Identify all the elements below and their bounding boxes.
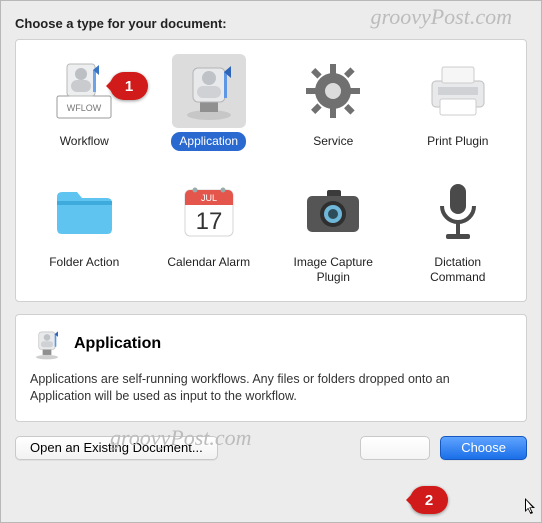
type-folder-action[interactable]: Folder Action xyxy=(22,175,147,287)
gear-icon xyxy=(296,54,370,128)
type-workflow[interactable]: WFLOW Workflow xyxy=(22,54,147,151)
cursor-icon xyxy=(524,497,538,517)
type-grid: WFLOW Workflow xyxy=(15,39,527,302)
type-calendar-alarm[interactable]: JUL 17 Calendar Alarm xyxy=(147,175,272,287)
type-dictation[interactable]: Dictation Command xyxy=(396,175,521,287)
prompt-label: Choose a type for your document: xyxy=(15,16,527,31)
type-label: Image Capture Plugin xyxy=(278,253,388,287)
annotation-marker-2: 2 xyxy=(410,486,448,514)
folder-icon xyxy=(47,175,121,249)
microphone-icon xyxy=(421,175,495,249)
type-label: Dictation Command xyxy=(403,253,513,287)
description-panel: Application Applications are self-runnin… xyxy=(15,314,527,422)
application-icon xyxy=(172,54,246,128)
description-text: Applications are self-running workflows.… xyxy=(30,371,512,405)
type-service[interactable]: Service xyxy=(271,54,396,151)
annotation-marker-1: 1 xyxy=(110,72,148,100)
type-label: Folder Action xyxy=(41,253,127,272)
type-image-capture[interactable]: Image Capture Plugin xyxy=(271,175,396,287)
open-existing-button[interactable]: Open an Existing Document... xyxy=(15,436,218,460)
camera-icon xyxy=(296,175,370,249)
document-type-chooser: Choose a type for your document: WFLOW W… xyxy=(0,0,542,523)
calendar-icon: JUL 17 xyxy=(172,175,246,249)
choose-button[interactable]: Choose xyxy=(440,436,527,460)
svg-text:JUL: JUL xyxy=(201,193,217,203)
svg-text:WFLOW: WFLOW xyxy=(67,103,102,113)
type-label: Application xyxy=(171,132,246,151)
type-print-plugin[interactable]: Print Plugin xyxy=(396,54,521,151)
type-application[interactable]: Application xyxy=(147,54,272,151)
printer-icon xyxy=(421,54,495,128)
application-icon xyxy=(30,327,64,361)
footer: Open an Existing Document... Choose xyxy=(15,436,527,460)
svg-text:17: 17 xyxy=(195,208,222,235)
type-label: Service xyxy=(305,132,361,151)
description-title: Application xyxy=(74,335,161,353)
close-button[interactable] xyxy=(360,436,430,460)
type-label: Print Plugin xyxy=(419,132,496,151)
type-label: Calendar Alarm xyxy=(159,253,258,272)
type-label: Workflow xyxy=(52,132,117,151)
